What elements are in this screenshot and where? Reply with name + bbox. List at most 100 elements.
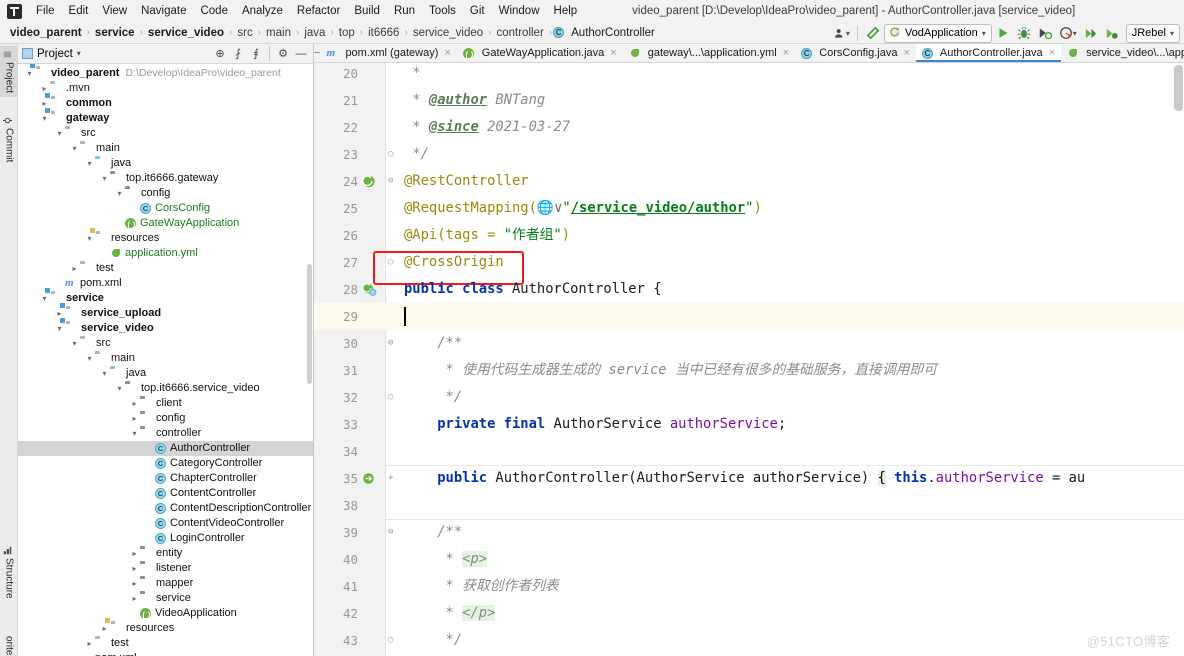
run-with-coverage-icon[interactable] [1036,24,1055,43]
code-line[interactable]: 33 private final AuthorService authorSer… [314,411,1184,438]
code-line[interactable]: 32 ○ */ [314,384,1184,411]
tree-node[interactable]: ▾ service_video [18,321,313,336]
breadcrumb-video-parent[interactable]: video_parent [6,26,86,40]
tree-node[interactable]: application.yml [18,246,313,261]
code-line[interactable]: 41 * 获取创作者列表 [314,573,1184,600]
chevron-down-icon[interactable]: ▾ [69,336,80,351]
close-icon[interactable]: × [1049,47,1055,59]
chevron-down-icon[interactable]: ▾ [99,366,110,381]
tree-node[interactable]: ▾ java [18,366,313,381]
code-line[interactable]: 23 ○ */ [314,141,1184,168]
code-fold-handle[interactable]: + [388,473,397,484]
profiler-icon[interactable]: ▾ [1057,24,1079,43]
hide-panel-icon[interactable]: — [293,46,309,62]
code-line[interactable]: 28 public class AuthorController { [314,276,1184,303]
breadcrumb-main[interactable]: main [262,26,295,40]
chevron-right-icon[interactable]: ▸ [129,411,140,426]
breadcrumb-src[interactable]: src [233,26,256,40]
sidebar-item-project[interactable]: Project [0,46,18,98]
tree-node[interactable]: ▾ video_parent D:\Develop\IdeaPro\video_pa… [18,66,313,81]
debug-bug-icon[interactable] [1015,24,1034,43]
menu-edit[interactable]: Edit [62,3,96,19]
code-line[interactable]: 31 * 使用代码生成器生成的 service 当中已经有很多的基础服务，直接调… [314,357,1184,384]
breadcrumb-service[interactable]: service [91,26,139,40]
tree-node[interactable]: ▸ common [18,96,313,111]
editor-tab[interactable]: m pom.xml (gateway) × [320,44,456,62]
code-line[interactable]: 34 [314,438,1184,465]
code-line[interactable]: 43 ○ */ [314,627,1184,654]
breadcrumb-service-video[interactable]: service_video [144,26,228,40]
chevron-down-icon[interactable]: ▾ [99,171,110,186]
gutter-run-icon[interactable] [362,282,377,297]
menu-run[interactable]: Run [387,3,422,19]
chevron-down-icon[interactable]: ▾ [54,126,65,141]
code-line[interactable]: 38 [314,492,1184,519]
chevron-down-icon[interactable]: ▾ [114,381,125,396]
breadcrumb-java[interactable]: java [300,26,329,40]
tree-node[interactable]: C CategoryController [18,456,313,471]
tree-node-selected[interactable]: C AuthorController [18,441,313,456]
menu-refactor[interactable]: Refactor [290,3,347,19]
chevron-right-icon[interactable]: ▸ [129,591,140,606]
code-fold-handle[interactable]: ⊖ [388,176,397,187]
code-fold-handle[interactable]: ⊖ [388,527,397,538]
code-fold-handle[interactable]: ⊖ [388,338,397,349]
build-hammer-icon[interactable] [863,24,882,43]
tree-node[interactable]: ▾ main [18,141,313,156]
tree-node[interactable]: GateWayApplication [18,216,313,231]
menu-view[interactable]: View [95,3,134,19]
menu-code[interactable]: Code [193,3,235,19]
tree-node[interactable]: ▾ top.it6666.gateway [18,171,313,186]
run-configuration-selector[interactable]: VodApplication ▾ [883,23,992,43]
tree-node[interactable]: ▾ resources [18,231,313,246]
close-icon[interactable]: × [903,47,909,59]
tree-node[interactable]: ▸ test [18,636,313,651]
close-icon[interactable]: × [610,47,616,59]
code-line[interactable]: 40 * <p> [314,546,1184,573]
code-fold-handle[interactable]: ○ [388,392,397,403]
tree-node[interactable]: ▸ config [18,411,313,426]
editor-tab[interactable]: service_video\...\application.yml× [1061,44,1184,62]
chevron-down-icon[interactable]: ▾ [77,49,81,58]
code-line[interactable]: 22 * @since 2021-03-27 [314,114,1184,141]
editor-tab[interactable]: gateway\...\application.yml × [623,44,795,62]
jrebel-debug-icon[interactable] [1102,24,1121,43]
editor-tab[interactable]: GateWayApplication.java × [457,44,623,62]
breadcrumb-author-controller[interactable]: AuthorController [567,26,659,40]
menu-build[interactable]: Build [347,3,387,19]
tree-node[interactable]: mpom.xml [18,651,313,656]
tree-node[interactable]: ▾ top.it6666.service_video [18,381,313,396]
tree-node[interactable]: mpom.xml [18,276,313,291]
chevron-right-icon[interactable]: ▸ [129,546,140,561]
gutter-run-icon[interactable] [362,471,377,486]
project-tree[interactable]: ▾ video_parent D:\Develop\IdeaPro\video_pa… [18,64,313,656]
jrebel-run-icon[interactable] [1081,24,1100,43]
gutter-run-icon[interactable] [362,174,377,189]
code-line[interactable]: 20 * [314,63,1184,87]
project-tree-scrollbar[interactable] [307,264,312,384]
tree-node[interactable]: ▾ src [18,336,313,351]
code-line[interactable]: 30 ⊖ /** [314,330,1184,357]
code-line[interactable]: 27 ○ @CrossOrigin [314,249,1184,276]
breadcrumb-service-video-pkg[interactable]: service_video [409,26,487,40]
chevron-right-icon[interactable]: ▸ [129,576,140,591]
menu-help[interactable]: Help [547,3,585,19]
sidebar-item-structure[interactable]: Structure [0,542,18,603]
chevron-right-icon[interactable]: ▸ [84,636,95,651]
settings-gear-icon[interactable]: ⚙ [275,46,291,62]
tree-node[interactable]: ▸ entity [18,546,313,561]
chevron-down-icon[interactable]: ▾ [129,426,140,441]
code-fold-handle[interactable]: ○ [388,257,397,268]
editor-tab[interactable]: C CorsConfig.java × [795,44,916,62]
breadcrumb-it6666[interactable]: it6666 [364,26,403,40]
code-line[interactable]: 29 [314,303,1184,330]
sidebar-item-commit[interactable]: Commit [0,112,18,166]
run-play-icon[interactable] [994,24,1013,43]
collapse-all-icon[interactable]: ⨎ [248,46,264,62]
tree-node[interactable]: ▾ config [18,186,313,201]
sidebar-item-favorites[interactable]: orites [0,632,18,656]
code-editor[interactable]: @51CTO博客 20 * 21 * @author BNTang 22 * @si… [314,63,1184,656]
code-line[interactable]: 24 ⊖ @RestController [314,168,1184,195]
chevron-down-icon[interactable]: ▾ [84,156,95,171]
tree-node[interactable]: C ContentDescriptionController [18,501,313,516]
